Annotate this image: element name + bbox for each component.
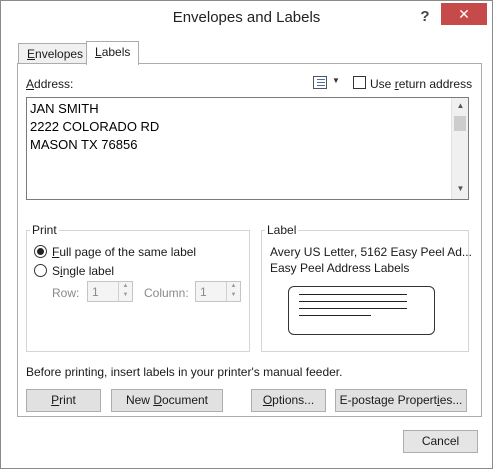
- options-mnemonic: O: [262, 393, 273, 407]
- tab-labels-label: abels: [101, 45, 131, 59]
- help-button[interactable]: ?: [413, 6, 437, 28]
- epostage-pre: E-postage Propert: [339, 393, 438, 407]
- use-return-pre: Use: [370, 77, 395, 91]
- address-line-1: JAN SMITH: [30, 101, 99, 116]
- row-spin-arrows-icon[interactable]: ▲ ▼: [118, 282, 132, 301]
- full-page-label[interactable]: Full page of the same label: [52, 245, 196, 259]
- address-line-3: MASON TX 76856: [30, 137, 138, 152]
- new-doc-mnemonic: D: [153, 393, 162, 407]
- address-textarea[interactable]: JAN SMITH 2222 COLORADO RD MASON TX 7685…: [26, 97, 469, 200]
- full-page-radio[interactable]: [34, 245, 47, 258]
- print-button[interactable]: Print: [26, 389, 101, 412]
- options-button[interactable]: Options...: [251, 389, 326, 412]
- tab-envelopes[interactable]: Envelopes: [18, 43, 93, 65]
- address-label-text: ddress:: [34, 77, 74, 91]
- use-return-address-checkbox[interactable]: [353, 76, 366, 89]
- tab-envelopes-label: nvelopes: [35, 47, 84, 61]
- row-spinner[interactable]: 1 ▲ ▼: [87, 281, 133, 302]
- scroll-down-icon[interactable]: ▼: [452, 184, 469, 193]
- close-button[interactable]: ✕: [441, 3, 487, 25]
- row-value: 1: [92, 285, 99, 299]
- print-mnemonic: P: [51, 393, 60, 407]
- full-page-text: ull page of the same label: [59, 245, 197, 259]
- new-document-button[interactable]: New Document: [111, 389, 223, 412]
- column-label: Column:: [144, 286, 189, 300]
- column-value: 1: [200, 285, 207, 299]
- title-bar: Envelopes and Labels ? ✕: [1, 1, 492, 37]
- print-group-title: Print: [30, 223, 59, 237]
- tab-envelopes-mnemonic: E: [27, 47, 36, 61]
- tab-labels[interactable]: Labels: [86, 41, 140, 65]
- envelopes-labels-dialog: Envelopes and Labels ? ✕ Envelopes Label…: [0, 0, 493, 469]
- use-return-post: eturn address: [398, 77, 473, 91]
- single-label-label[interactable]: Single label: [52, 264, 114, 278]
- e-postage-properties-button[interactable]: E-postage Properties...: [335, 389, 467, 412]
- label-group-title: Label: [265, 223, 299, 237]
- column-spin-arrows-icon[interactable]: ▲ ▼: [226, 282, 240, 301]
- address-scrollbar[interactable]: ▲ ▼: [451, 98, 468, 199]
- epostage-post: es...: [439, 393, 463, 407]
- label-preview-image[interactable]: [288, 286, 435, 335]
- single-label-pre: S: [52, 264, 61, 278]
- print-label: rint: [59, 393, 76, 407]
- single-label-post: ngle label: [62, 264, 115, 278]
- options-label: ptions...: [272, 393, 315, 407]
- printer-notice: Before printing, insert labels in your p…: [26, 365, 343, 379]
- use-return-address-label[interactable]: Use return address: [370, 77, 472, 91]
- address-book-dropdown-icon[interactable]: ▼: [332, 76, 340, 85]
- address-label-mnemonic: A: [26, 77, 35, 91]
- single-label-radio[interactable]: [34, 264, 47, 277]
- row-label: Row:: [52, 286, 80, 300]
- new-doc-post: ocument: [161, 393, 209, 407]
- column-spinner[interactable]: 1 ▲ ▼: [195, 281, 241, 302]
- scroll-thumb[interactable]: [454, 116, 466, 131]
- new-doc-pre: New: [125, 393, 154, 407]
- address-line-2: 2222 COLORADO RD: [30, 119, 160, 134]
- scroll-up-icon[interactable]: ▲: [452, 101, 469, 110]
- cancel-button[interactable]: Cancel: [403, 430, 478, 453]
- label-product-name[interactable]: Avery US Letter, 5162 Easy Peel Ad...: [270, 245, 472, 259]
- address-book-icon[interactable]: [313, 76, 327, 89]
- label-product-description[interactable]: Easy Peel Address Labels: [270, 261, 409, 275]
- address-label: Address:: [26, 77, 73, 91]
- tab-labels-mnemonic: L: [95, 45, 102, 59]
